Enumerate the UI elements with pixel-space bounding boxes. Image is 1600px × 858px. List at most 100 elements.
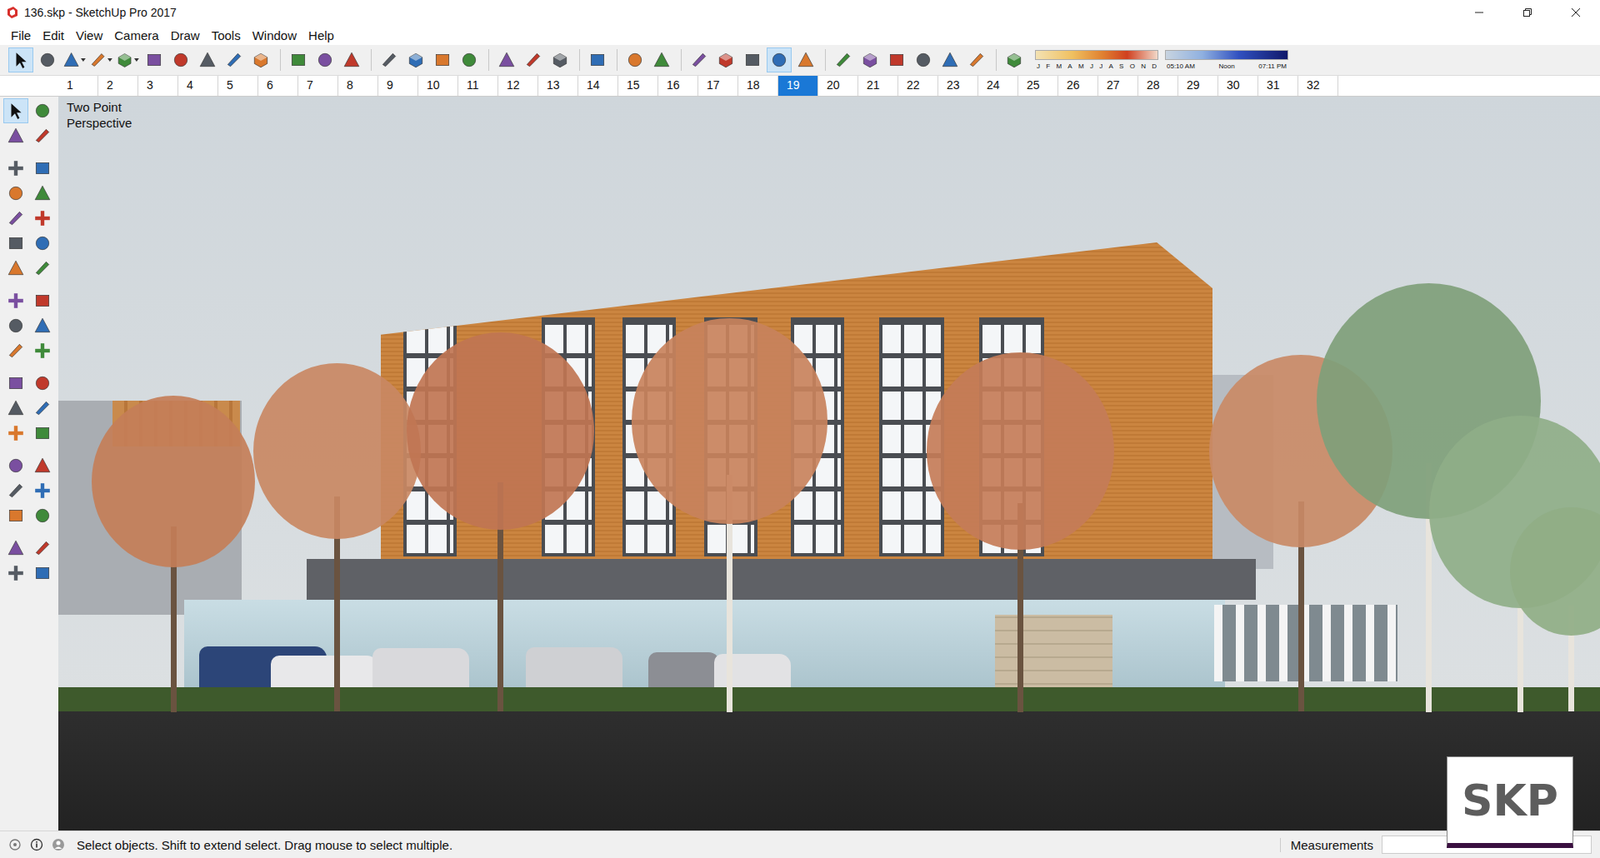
menu-item[interactable]: Tools <box>205 26 247 45</box>
scene-tab[interactable]: 13 <box>538 75 579 96</box>
scene-tab[interactable]: 21 <box>858 75 899 96</box>
tool-button[interactable] <box>3 395 29 421</box>
tool-button[interactable] <box>30 98 55 124</box>
tool-button[interactable] <box>30 503 55 529</box>
tool-button[interactable] <box>3 503 29 529</box>
toolbar-button[interactable] <box>713 47 739 73</box>
tool-button[interactable] <box>3 205 29 231</box>
tool-button[interactable] <box>30 560 55 586</box>
scene-tab[interactable]: 3 <box>138 75 179 96</box>
scene-tab[interactable]: 32 <box>1298 75 1339 96</box>
tool-button[interactable] <box>3 180 29 206</box>
menu-item[interactable]: Camera <box>108 26 165 45</box>
toolbar-button[interactable] <box>141 47 167 73</box>
scene-tab[interactable]: 25 <box>1018 75 1059 96</box>
menu-item[interactable]: Edit <box>36 26 70 45</box>
shadow-time-slider[interactable]: 05:10 AMNoon07:11 PM <box>1165 50 1289 70</box>
shadow-date-slider[interactable]: JFMAMJJASOND <box>1035 50 1159 70</box>
scene-tab[interactable]: 5 <box>218 75 259 96</box>
tool-button[interactable] <box>3 123 29 149</box>
scene-tab[interactable]: 12 <box>498 75 539 96</box>
tool-button[interactable] <box>3 255 29 281</box>
tool-button[interactable] <box>30 123 55 149</box>
toolbar-button[interactable] <box>376 47 402 73</box>
toolbar-button[interactable] <box>339 47 365 73</box>
toolbar-button[interactable] <box>585 47 610 73</box>
tool-button[interactable] <box>30 230 55 256</box>
geolocation-icon[interactable] <box>8 838 22 852</box>
toolbar-button[interactable] <box>937 47 963 73</box>
tool-button[interactable] <box>3 560 29 586</box>
toolbar-button[interactable] <box>1001 47 1027 73</box>
tool-button[interactable] <box>30 535 55 561</box>
scene-tab[interactable]: 18 <box>738 75 779 96</box>
scene-tab[interactable]: 29 <box>1178 75 1219 96</box>
toolbar-button[interactable] <box>221 47 247 73</box>
tool-button[interactable] <box>3 535 29 561</box>
scene-tab[interactable]: 30 <box>1218 75 1259 96</box>
toolbar-button[interactable] <box>622 47 648 73</box>
menu-item[interactable]: View <box>70 26 109 45</box>
scene-tab[interactable]: 31 <box>1258 75 1299 96</box>
scene-tab[interactable]: 17 <box>698 75 739 96</box>
toolbar-button[interactable] <box>248 47 274 73</box>
toolbar-button[interactable] <box>740 47 765 73</box>
tool-button[interactable] <box>30 180 55 206</box>
scene-tab[interactable]: 16 <box>658 75 699 96</box>
restore-button[interactable] <box>1503 0 1552 25</box>
toolbar-button[interactable] <box>88 47 114 73</box>
toolbar-button[interactable] <box>195 47 220 73</box>
scene-tab[interactable]: 23 <box>938 75 979 96</box>
toolbar-button[interactable] <box>35 47 60 73</box>
tool-button[interactable] <box>30 255 55 281</box>
menu-item[interactable]: Help <box>302 26 340 45</box>
tool-button[interactable] <box>30 313 55 339</box>
tool-button[interactable] <box>30 395 55 421</box>
time-track[interactable] <box>1165 50 1289 60</box>
model-viewport[interactable]: Two PointPerspective <box>58 96 1600 831</box>
scene-tab[interactable]: 6 <box>258 75 299 96</box>
scene-tab[interactable]: 20 <box>818 75 859 96</box>
toolbar-button[interactable] <box>430 47 455 73</box>
toolbar-button[interactable] <box>520 47 546 73</box>
scene-tab[interactable]: 11 <box>458 75 499 96</box>
scene-tab[interactable]: 9 <box>378 75 419 96</box>
minimize-button[interactable] <box>1455 0 1504 25</box>
tool-button[interactable] <box>30 288 55 314</box>
toolbar-button[interactable] <box>766 47 792 73</box>
scene-tab[interactable]: 7 <box>298 75 339 96</box>
toolbar-button[interactable] <box>793 47 819 73</box>
menu-item[interactable]: Draw <box>165 26 206 45</box>
toolbar-button[interactable] <box>312 47 338 73</box>
toolbar-button[interactable] <box>494 47 520 73</box>
toolbar-button[interactable] <box>910 47 936 73</box>
date-track[interactable] <box>1035 50 1159 60</box>
toolbar-button[interactable] <box>964 47 990 73</box>
menu-item[interactable]: File <box>5 26 37 45</box>
toolbar-button[interactable] <box>115 47 140 73</box>
tool-button[interactable] <box>3 155 29 181</box>
tool-button[interactable] <box>3 338 29 364</box>
tool-button[interactable] <box>3 288 29 314</box>
toolbar-button[interactable] <box>168 47 194 73</box>
tool-button[interactable] <box>3 478 29 504</box>
toolbar-button[interactable] <box>830 47 856 73</box>
toolbar-button[interactable] <box>403 47 429 73</box>
scene-tab[interactable]: 27 <box>1098 75 1139 96</box>
user-icon[interactable] <box>51 838 65 852</box>
tool-button[interactable] <box>30 370 55 396</box>
scene-tab[interactable]: 24 <box>978 75 1019 96</box>
toolbar-button[interactable] <box>456 47 482 73</box>
menu-item[interactable]: Window <box>246 26 303 45</box>
tool-button[interactable] <box>30 205 55 231</box>
toolbar-button[interactable] <box>884 47 910 73</box>
tool-button[interactable] <box>3 98 29 124</box>
tool-button[interactable] <box>30 453 55 479</box>
scene-tab[interactable]: 8 <box>338 75 379 96</box>
tool-button[interactable] <box>3 420 29 446</box>
toolbar-button[interactable] <box>61 47 87 73</box>
scene-tab[interactable]: 1 <box>58 75 99 96</box>
toolbar-button[interactable] <box>649 47 675 73</box>
tool-button[interactable] <box>30 338 55 364</box>
scene-tab[interactable]: 22 <box>898 75 939 96</box>
